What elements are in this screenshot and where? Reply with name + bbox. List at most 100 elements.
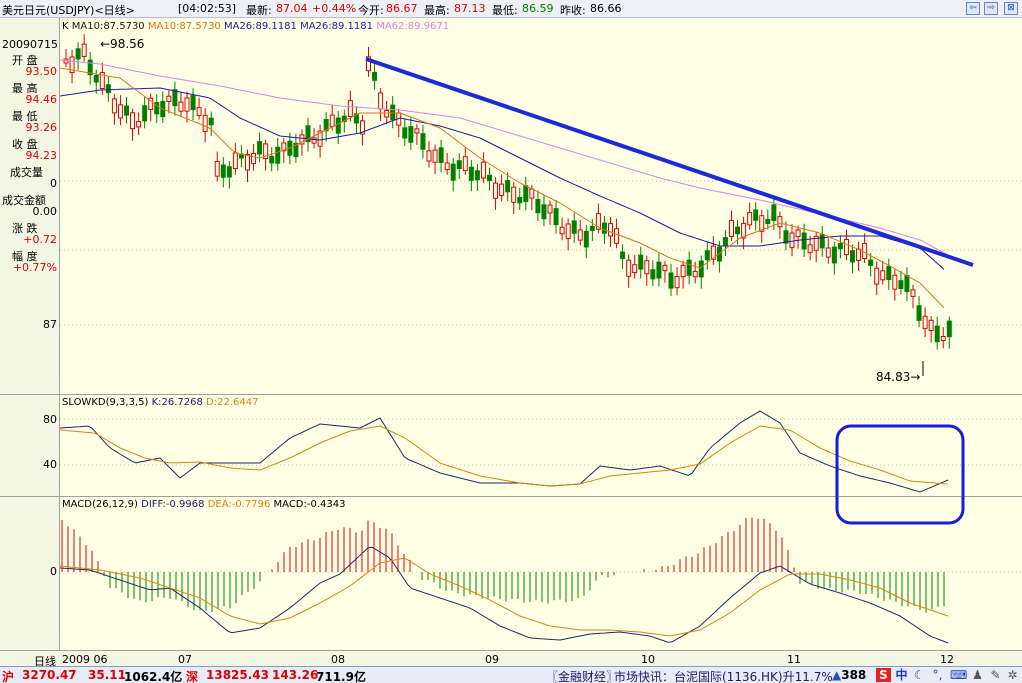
date-tick: 07 <box>178 653 192 666</box>
candle-body <box>614 228 620 244</box>
legend-ma10-value: MA10:87.5730 <box>147 21 221 32</box>
sz-change: 143.26 <box>272 668 319 682</box>
candle-body <box>432 149 438 163</box>
candle-body <box>946 320 952 338</box>
market-status-bar: 沪 3270.47 35.11 1062.4亿 深 13825.43 143.2… <box>0 666 1022 683</box>
candle-body <box>608 223 613 237</box>
back-arrow-icon[interactable]: ⇦ <box>966 2 980 15</box>
kd-axis-tick-80: 80 <box>43 413 57 426</box>
info-panel: 20090715 开 盘 93.50 最 高 94.46 最 低 93.26 收… <box>0 18 60 650</box>
candle-body <box>93 74 99 83</box>
candle-body <box>226 166 232 178</box>
news-ticker[interactable]: 市场快讯：台泥国际(1136.HK)升11.7% <box>614 668 833 683</box>
latest-label: 最新: <box>246 4 272 17</box>
panel-divider <box>0 394 60 395</box>
candle-body <box>747 212 753 226</box>
candle-body <box>868 259 874 266</box>
gear-icon[interactable]: ✲ <box>1005 668 1020 682</box>
settings-wrench-icon[interactable]: ✎ <box>988 668 1003 682</box>
sogou-s-icon[interactable]: S <box>876 668 891 682</box>
candle-body <box>124 105 129 116</box>
halfwidth-moon-icon[interactable]: ☾ <box>912 668 927 682</box>
quote-time: [04:02:53] <box>178 2 236 15</box>
candle-body <box>372 71 378 81</box>
date-tick: 12 <box>940 653 954 666</box>
warning-triangle-icon: ▲ <box>832 668 842 682</box>
forward-arrow-icon[interactable]: ⇨ <box>984 2 998 15</box>
period-low-marker: 84.83→ <box>876 370 921 384</box>
date-tick: 11 <box>787 653 801 666</box>
candle-body <box>214 161 220 177</box>
candle-body <box>462 156 468 172</box>
candle-body <box>892 274 898 290</box>
candle-body <box>202 114 208 132</box>
candle-body <box>75 48 81 60</box>
candle-body <box>487 174 492 182</box>
candle-body <box>735 226 741 235</box>
candle-body <box>777 216 783 228</box>
candle-body <box>311 137 317 144</box>
punctuation-icon[interactable]: °, <box>930 668 945 682</box>
candle-body <box>765 219 771 225</box>
candle-body <box>347 100 353 117</box>
legend-ma26-value: MA26:89.1181 <box>300 21 373 32</box>
alert-badge[interactable]: ▲388 <box>832 668 866 682</box>
candle-body <box>402 127 408 139</box>
candle-body <box>474 170 480 181</box>
candle-body <box>420 133 426 150</box>
prev-close-value: 86.66 <box>590 2 622 15</box>
candle-body <box>662 264 668 272</box>
date-tick: 10 <box>641 653 655 666</box>
open-value: 86.67 <box>386 2 418 15</box>
candle-body <box>499 183 505 196</box>
candle-body <box>178 101 184 112</box>
candle-body <box>837 243 843 250</box>
candle-body <box>523 185 529 203</box>
candle-body <box>825 247 831 258</box>
candle-body <box>408 126 414 143</box>
keyboard-icon[interactable]: ⌨ <box>950 668 967 682</box>
candle-body <box>668 272 674 289</box>
candle-body <box>232 152 238 169</box>
candle-body <box>680 264 686 278</box>
sz-label: 深 <box>186 670 199 683</box>
candle-body <box>686 259 692 276</box>
candle-body <box>166 95 172 103</box>
close-icon[interactable]: ⊠ <box>1004 2 1018 15</box>
candle-body <box>928 319 934 332</box>
candle-body <box>275 146 281 164</box>
candlestick-series <box>63 34 952 350</box>
date-tick: 2009 06 <box>62 653 108 666</box>
candle-body <box>517 196 523 204</box>
candle-body <box>505 180 511 193</box>
info-date: 20090715 <box>2 38 58 51</box>
candle-body <box>378 92 384 110</box>
change-value: +0.72 <box>23 233 57 246</box>
user-icon[interactable]: ♟ <box>970 668 985 682</box>
candle-body <box>577 229 583 241</box>
sz-index: 13825.43 <box>206 668 270 682</box>
candle-body <box>692 270 698 278</box>
candle-body <box>468 166 474 181</box>
candle-body <box>493 182 499 199</box>
latest-value: 87.04 <box>276 2 308 15</box>
news-source[interactable]: 〖金融财经〗 <box>546 668 618 683</box>
chart-canvas[interactable] <box>59 18 1022 650</box>
volume-value: 0 <box>50 177 57 190</box>
candle-body <box>601 222 607 234</box>
candle-body <box>117 104 123 119</box>
kd-legend: SLOWKD(9,3,3,5) K:26.7268 D:22.6447 <box>62 397 258 408</box>
ime-mode[interactable]: 中 <box>894 668 909 682</box>
kd-d-line <box>59 425 949 487</box>
macd-diff-line <box>59 546 949 644</box>
candle-body <box>819 234 825 249</box>
chart-area[interactable]: K MA10:87.5730 MA10:87.5730 MA26:89.1181… <box>59 18 1022 650</box>
candle-body <box>910 289 916 297</box>
sh-amount: 1062.4亿 <box>124 670 183 683</box>
instrument-title: 美元日元(USDJPY)<日线> <box>2 4 135 17</box>
candle-body <box>535 199 541 214</box>
candle-body <box>934 325 940 343</box>
candle-body <box>511 186 517 203</box>
candle-body <box>190 95 196 111</box>
candle-body <box>184 97 190 112</box>
